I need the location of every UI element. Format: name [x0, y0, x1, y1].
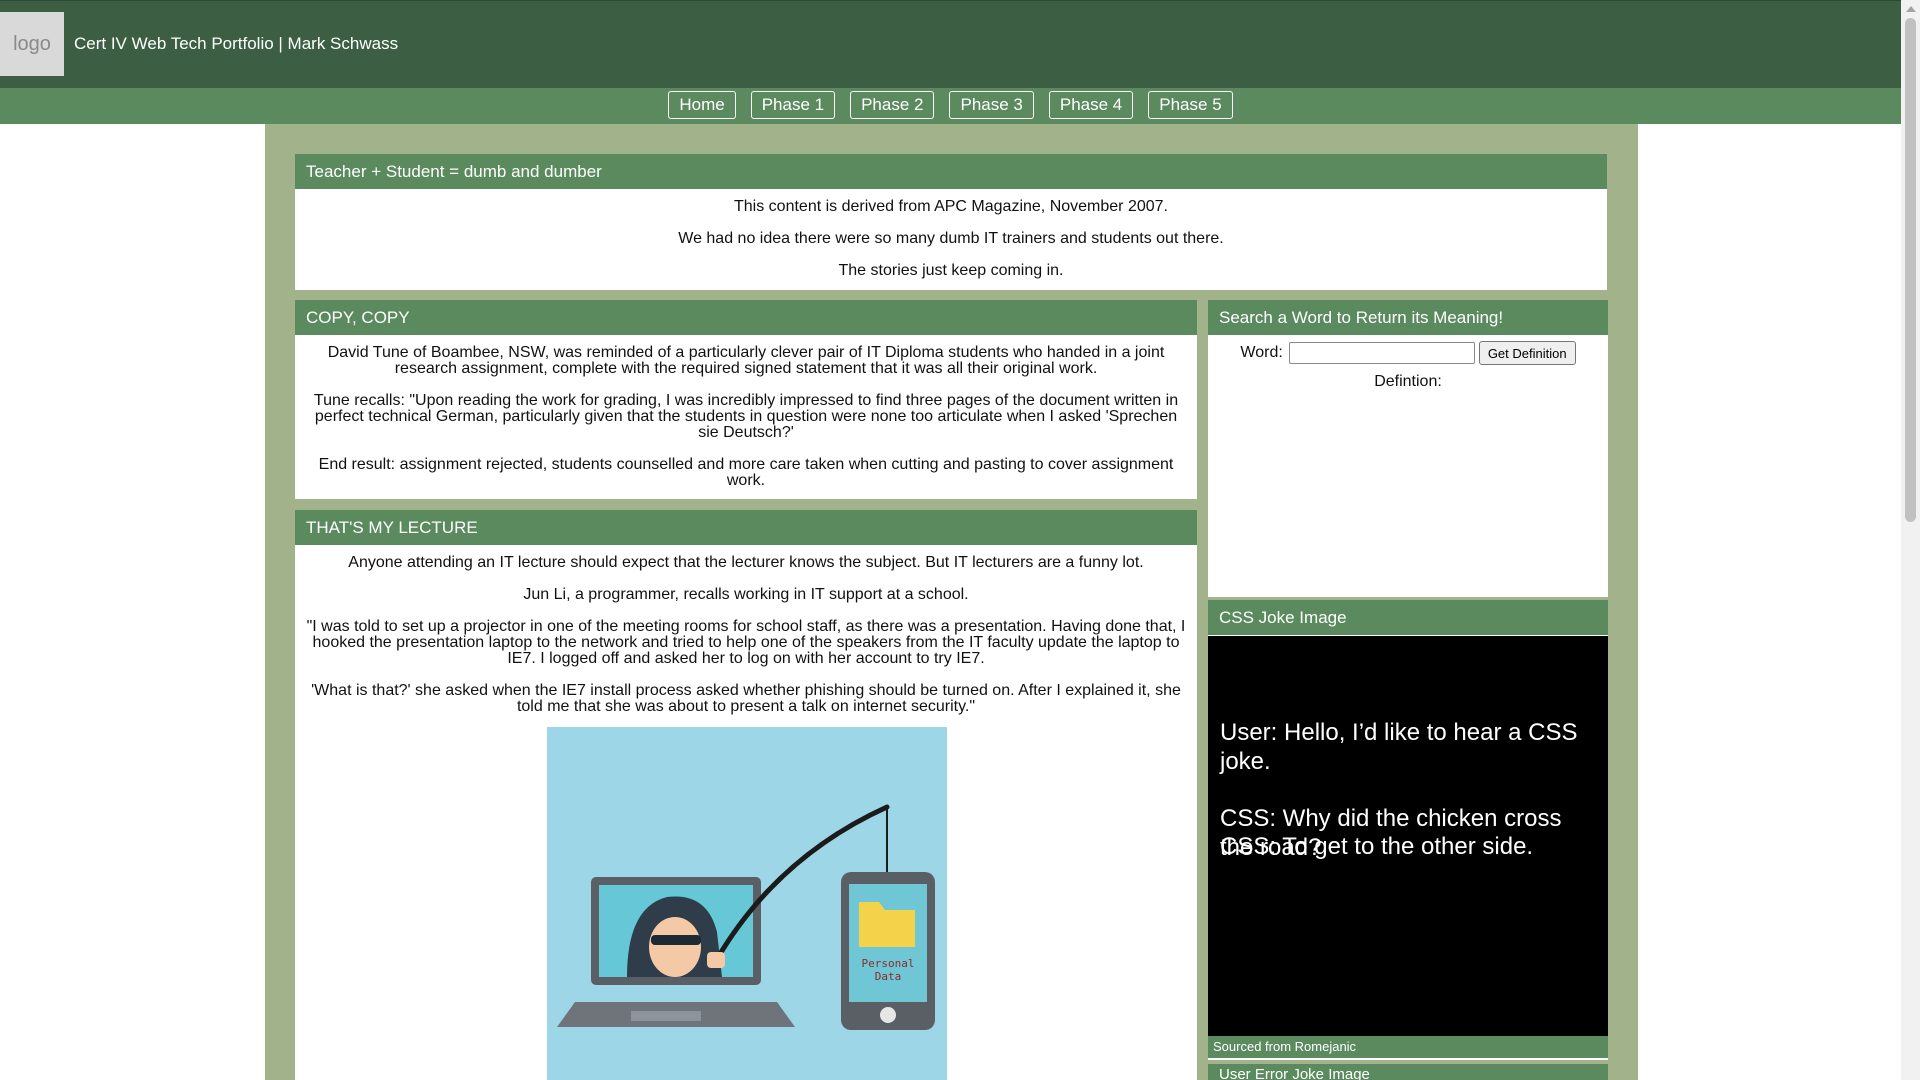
- phishing-image: Personal Data: [547, 727, 947, 1080]
- phone-home-button: [880, 1007, 896, 1023]
- user-error-panel: User Error Joke Image: [1208, 1064, 1608, 1080]
- nav-phase5-button[interactable]: Phase 5: [1148, 90, 1233, 119]
- intro-line: This content is derived from APC Magazin…: [734, 198, 1168, 215]
- personal-data-label: Data: [875, 970, 902, 983]
- lecture-panel: THAT'S MY LECTURE Anyone attending an IT…: [295, 510, 1197, 1080]
- lecture-heading: THAT'S MY LECTURE: [295, 510, 1197, 545]
- joke-css-answer: CSS: To get to the other side.: [1220, 833, 1534, 860]
- word-label: Word:: [1240, 344, 1283, 361]
- logo[interactable]: logo: [0, 12, 64, 76]
- article-paragraph: Jun Li, a programmer, recalls working in…: [523, 586, 969, 603]
- intro-heading: Teacher + Student = dumb and dumber: [295, 154, 1607, 189]
- word-input[interactable]: [1288, 342, 1475, 364]
- joke-source: Sourced from Romejanic: [1208, 1036, 1608, 1058]
- nav-home-button[interactable]: Home: [668, 90, 736, 119]
- css-joke-image: User: Hello, I’d like to hear a CSS joke…: [1208, 636, 1608, 1036]
- site-header: logo Cert IV Web Tech Portfolio | Mark S…: [0, 0, 1901, 88]
- intro-line: The stories just keep coming in.: [838, 262, 1064, 279]
- css-joke-panel: CSS Joke Image User: Hello, I’d like to …: [1208, 600, 1608, 1060]
- article-paragraph: "I was told to set up a projector in one…: [306, 618, 1186, 667]
- search-panel: Search a Word to Return its Meaning! Wor…: [1208, 300, 1608, 597]
- search-heading: Search a Word to Return its Meaning!: [1208, 300, 1608, 335]
- definition-label: Defintion:: [1374, 373, 1442, 390]
- main-nav: Home Phase 1 Phase 2 Phase 3 Phase 4 Pha…: [0, 88, 1901, 124]
- copy-copy-heading: COPY, COPY: [295, 300, 1197, 335]
- scroll-thumb[interactable]: [1905, 18, 1916, 522]
- scroll-up-arrow[interactable]: [1906, 6, 1916, 12]
- article-paragraph: David Tune of Boambee, NSW, was reminded…: [327, 344, 1165, 377]
- nav-phase3-button[interactable]: Phase 3: [949, 90, 1034, 119]
- page-scrollbar[interactable]: [1901, 0, 1920, 1080]
- personal-data-label: Personal: [862, 957, 915, 970]
- nav-phase1-button[interactable]: Phase 1: [750, 90, 836, 119]
- css-joke-heading: CSS Joke Image: [1208, 600, 1608, 635]
- nav-phase2-button[interactable]: Phase 2: [850, 90, 935, 119]
- content-wrapper: Teacher + Student = dumb and dumber This…: [265, 124, 1638, 1080]
- hacker-hand: [707, 952, 725, 968]
- hacker-mask: [651, 935, 701, 945]
- nav-phase4-button[interactable]: Phase 4: [1048, 90, 1134, 119]
- article-paragraph: Anyone attending an IT lecture should ex…: [348, 554, 1144, 571]
- intro-panel: Teacher + Student = dumb and dumber This…: [295, 154, 1607, 290]
- article-paragraph: 'What is that?' she asked when the IE7 i…: [311, 682, 1181, 715]
- joke-user-line: User: Hello, I’d like to hear a CSS joke…: [1220, 719, 1578, 775]
- intro-line: We had no idea there were so many dumb I…: [678, 230, 1224, 247]
- copy-copy-panel: COPY, COPY David Tune of Boambee, NSW, w…: [295, 300, 1197, 499]
- get-definition-button[interactable]: Get Definition: [1478, 341, 1576, 365]
- site-title: Cert IV Web Tech Portfolio | Mark Schwas…: [74, 34, 399, 53]
- user-error-heading: User Error Joke Image: [1208, 1064, 1608, 1080]
- hacker-face: [649, 917, 701, 977]
- article-paragraph: End result: assignment rejected, student…: [318, 456, 1174, 489]
- article-paragraph: Tune recalls: "Upon reading the work for…: [313, 392, 1179, 441]
- laptop-touchpad: [631, 1011, 701, 1021]
- phishing-illustration: Personal Data: [557, 804, 935, 1030]
